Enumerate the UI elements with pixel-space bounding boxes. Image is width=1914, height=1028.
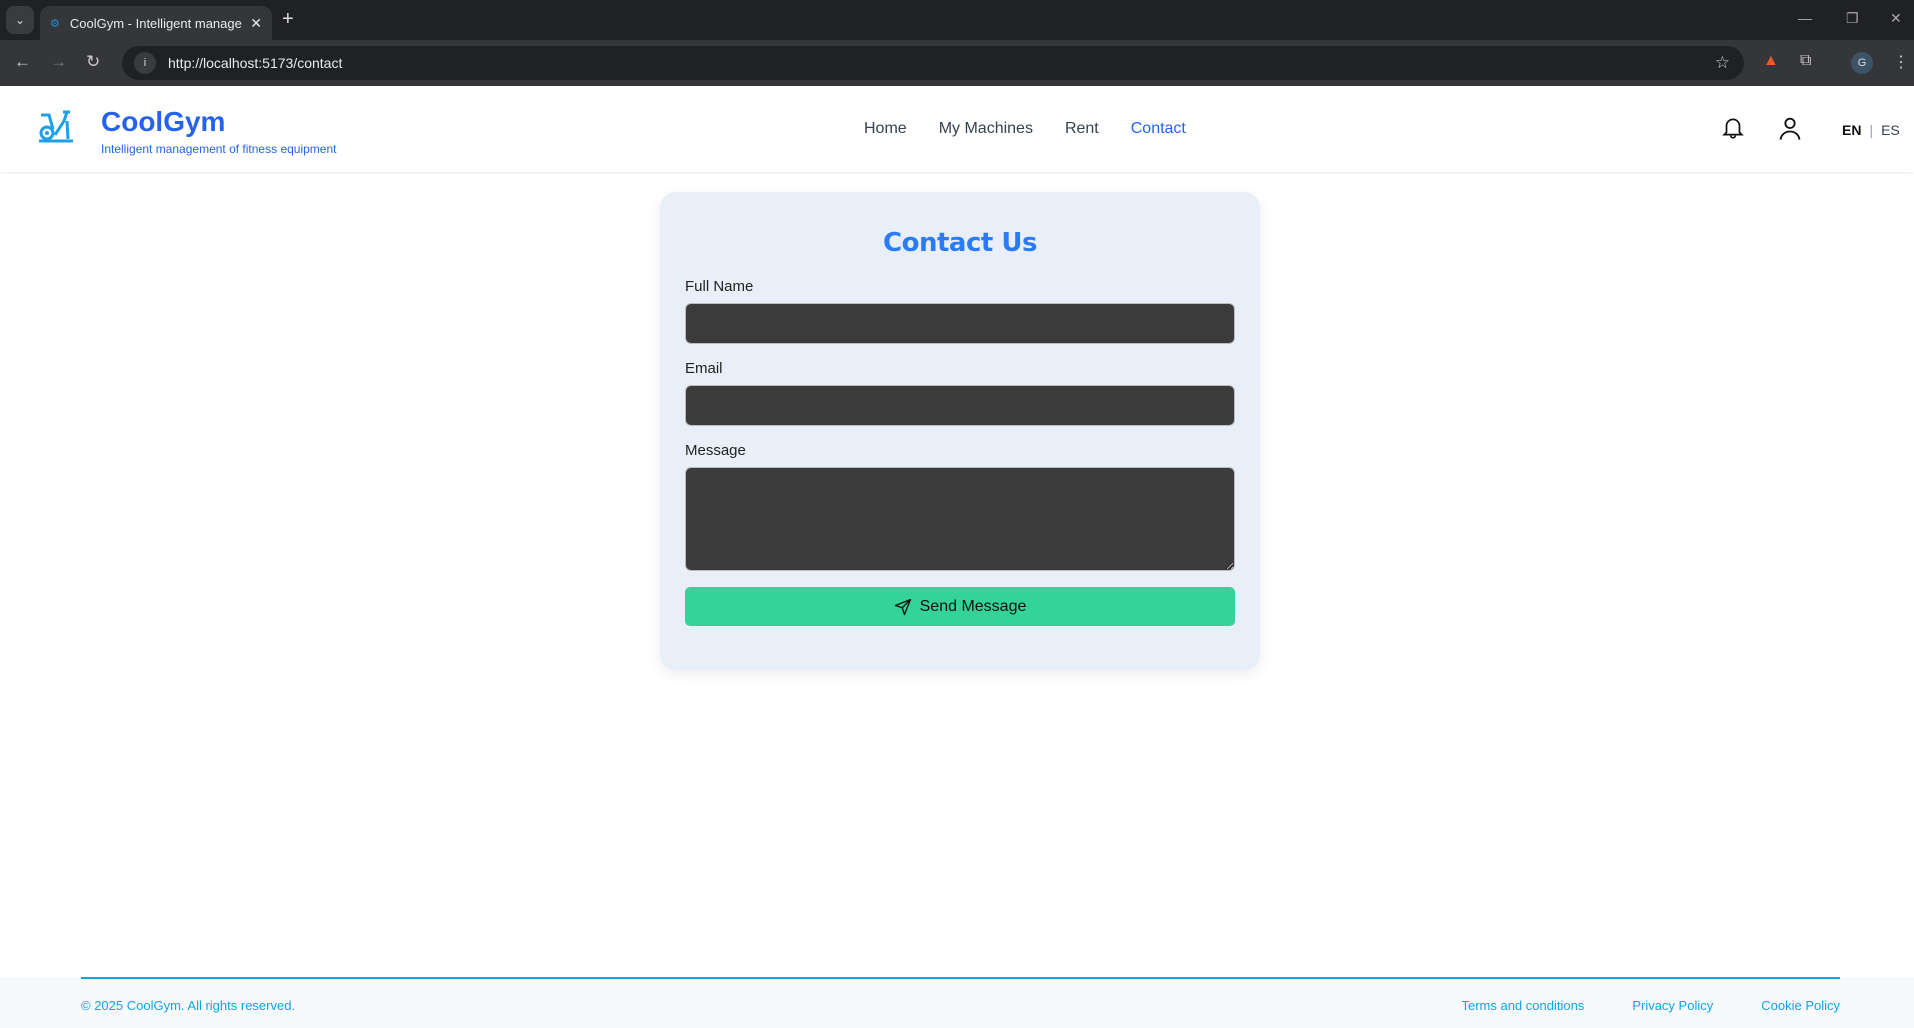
- url-bar[interactable]: i http://localhost:5173/contact ☆: [122, 46, 1744, 80]
- bookmark-star-icon[interactable]: ☆: [1715, 53, 1730, 73]
- address-bar-row: ← → ↻ i http://localhost:5173/contact ☆ …: [0, 40, 1914, 86]
- cookie-policy-link[interactable]: Cookie Policy: [1761, 998, 1840, 1013]
- extension-lighthouse-icon[interactable]: ▲: [1763, 52, 1779, 70]
- user-account-icon[interactable]: [1776, 114, 1804, 142]
- tab-list-button[interactable]: ⌄: [6, 6, 34, 34]
- nav-contact[interactable]: Contact: [1131, 120, 1186, 138]
- nav-rent[interactable]: Rent: [1065, 120, 1099, 138]
- send-paper-plane-icon: [894, 598, 911, 615]
- form-title: Contact Us: [883, 228, 1037, 258]
- profile-avatar[interactable]: G: [1851, 52, 1873, 74]
- terms-link[interactable]: Terms and conditions: [1461, 998, 1584, 1013]
- lang-en[interactable]: EN: [1842, 122, 1861, 138]
- new-tab-button[interactable]: +: [282, 8, 294, 31]
- copyright-text: © 2025 CoolGym. All rights reserved.: [81, 998, 296, 1013]
- send-message-label: Send Message: [919, 597, 1027, 615]
- message-textarea[interactable]: [685, 467, 1235, 571]
- send-message-button[interactable]: Send Message: [685, 587, 1235, 626]
- restore-icon[interactable]: ❐: [1846, 10, 1859, 27]
- privacy-policy-link[interactable]: Privacy Policy: [1632, 998, 1713, 1013]
- reload-icon[interactable]: ↻: [86, 52, 100, 72]
- email-label: Email: [685, 360, 723, 377]
- site-header: CoolGym Intelligent management of fitnes…: [0, 86, 1914, 172]
- extensions-puzzle-icon[interactable]: ⧉: [1800, 52, 1811, 70]
- browser-tab-strip: ⌄ ⚙ CoolGym - Intelligent management of …: [0, 0, 1914, 40]
- back-icon[interactable]: ←: [14, 52, 31, 72]
- brand-tagline: Intelligent management of fitness equipm…: [101, 142, 337, 156]
- main-nav: Home My Machines Rent Contact: [864, 120, 1186, 138]
- full-name-input[interactable]: [685, 303, 1235, 344]
- site-footer: © 2025 CoolGym. All rights reserved. Ter…: [0, 977, 1914, 1028]
- footer-links: Terms and conditions Privacy Policy Cook…: [1461, 998, 1840, 1013]
- lang-separator: |: [1869, 122, 1874, 138]
- tab-title: CoolGym - Intelligent management of fitn…: [69, 15, 242, 31]
- browser-tab[interactable]: ⚙ CoolGym - Intelligent management of fi…: [40, 6, 272, 40]
- lang-es[interactable]: ES: [1881, 122, 1900, 138]
- nav-my-machines[interactable]: My Machines: [939, 120, 1033, 138]
- exercise-bike-logo-icon: [39, 110, 73, 143]
- close-window-icon[interactable]: ✕: [1890, 10, 1902, 27]
- language-switcher: EN | ES: [1842, 122, 1900, 138]
- minimize-icon[interactable]: —: [1798, 10, 1812, 26]
- notifications-bell-icon[interactable]: [1720, 114, 1746, 140]
- site-info-icon[interactable]: i: [134, 52, 156, 74]
- contact-form-card: Contact Us Full Name Email Message Send …: [660, 192, 1260, 670]
- close-tab-icon[interactable]: ✕: [250, 15, 262, 32]
- full-name-label: Full Name: [685, 278, 754, 295]
- brand-name[interactable]: CoolGym: [101, 106, 225, 138]
- email-input[interactable]: [685, 385, 1235, 426]
- message-label: Message: [685, 442, 746, 459]
- url-text[interactable]: http://localhost:5173/contact: [168, 55, 342, 71]
- favicon-icon: ⚙: [50, 17, 60, 30]
- footer-divider: [81, 977, 1840, 979]
- browser-menu-icon[interactable]: ⋮: [1893, 52, 1909, 72]
- nav-home[interactable]: Home: [864, 120, 907, 138]
- forward-icon[interactable]: →: [50, 52, 67, 72]
